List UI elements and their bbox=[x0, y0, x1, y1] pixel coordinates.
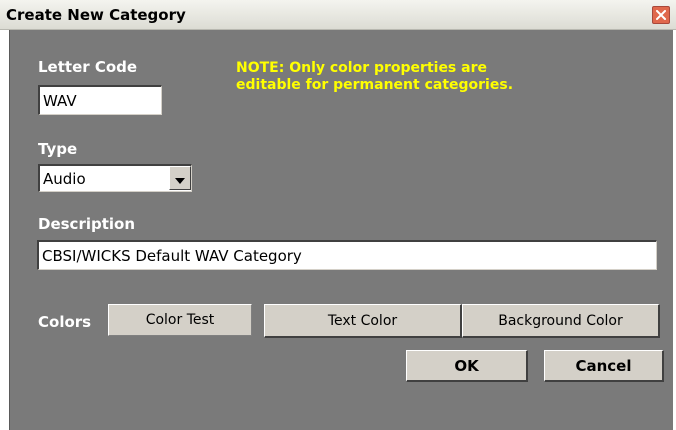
close-button[interactable] bbox=[652, 6, 670, 24]
note-text: NOTE: Only color properties are editable… bbox=[236, 60, 514, 93]
letter-code-input[interactable] bbox=[38, 85, 162, 115]
description-input[interactable] bbox=[37, 240, 657, 270]
window-title: Create New Category bbox=[6, 6, 186, 24]
title-bar[interactable]: Create New Category bbox=[0, 0, 676, 30]
description-label: Description bbox=[38, 215, 136, 233]
type-select-value: Audio bbox=[43, 170, 86, 188]
type-dropdown-button[interactable] bbox=[169, 166, 191, 190]
close-icon bbox=[656, 10, 666, 20]
text-color-button[interactable]: Text Color bbox=[264, 304, 462, 338]
colors-label: Colors bbox=[38, 313, 92, 331]
chevron-down-icon bbox=[175, 169, 185, 188]
color-test-preview: Color Test bbox=[108, 304, 252, 336]
create-category-dialog: Create New Category Letter Code NOTE: On… bbox=[0, 0, 676, 430]
ok-button[interactable]: OK bbox=[406, 350, 528, 382]
letter-code-label: Letter Code bbox=[38, 58, 138, 76]
type-select[interactable]: Audio bbox=[38, 164, 192, 192]
background-color-button[interactable]: Background Color bbox=[462, 304, 660, 338]
type-label: Type bbox=[38, 140, 78, 158]
dialog-body: Letter Code NOTE: Only color properties … bbox=[9, 30, 673, 430]
cancel-button[interactable]: Cancel bbox=[544, 350, 664, 382]
